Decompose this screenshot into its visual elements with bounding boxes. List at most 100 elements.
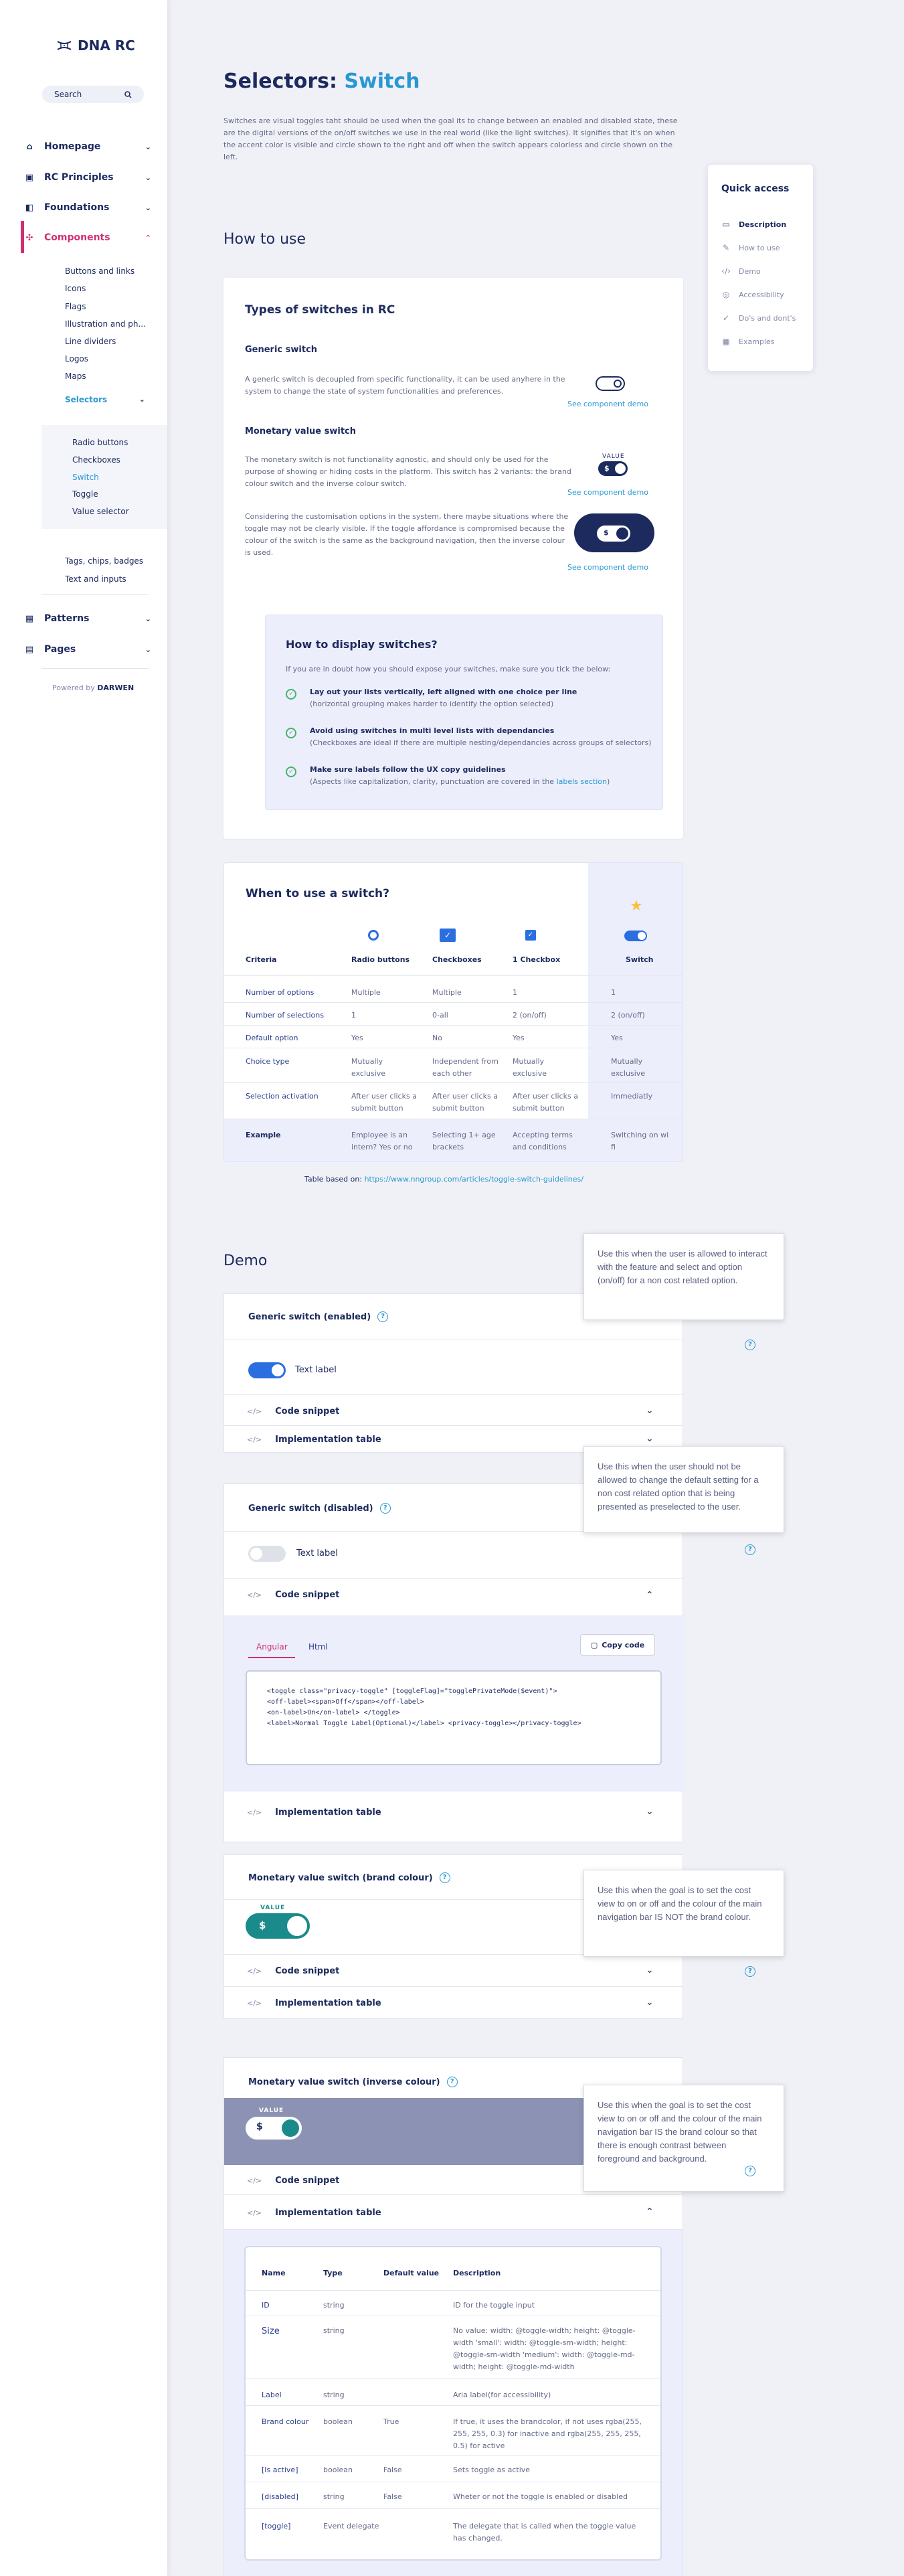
sidebar-item-buttons-links[interactable]: Buttons and links xyxy=(65,266,134,276)
monetary-switch-brand[interactable]: $ xyxy=(246,1913,310,1939)
accordion-label: Implementation table xyxy=(275,1998,381,2008)
nav-label: Patterns xyxy=(44,613,90,624)
source-link[interactable]: https://www.nngroup.com/articles/toggle-… xyxy=(365,1175,583,1184)
sidebar-item-checkboxes[interactable]: Checkboxes xyxy=(72,455,120,465)
code-snippet-toggle[interactable]: </> Code snippet xyxy=(247,1590,339,1600)
sidebar-item-tags[interactable]: Tags, chips, badges xyxy=(65,556,143,566)
nav-homepage[interactable]: ⌂ Homepage ⌄ xyxy=(24,139,151,155)
info-icon[interactable]: ? xyxy=(745,1340,755,1350)
help-icon[interactable]: ? xyxy=(446,2077,458,2087)
impl-row-name: ID xyxy=(262,2301,270,2310)
check-icon: ✓ xyxy=(286,728,296,738)
book-icon: ▣ xyxy=(25,172,34,183)
code-snippet-toggle[interactable]: </> Code snippet xyxy=(247,2176,339,2186)
sidebar-item-illustration[interactable]: Illustration and ph... xyxy=(65,319,146,329)
tab-angular[interactable]: Angular xyxy=(256,1642,288,1652)
star-icon: ★ xyxy=(630,898,643,914)
col-switch: Switch xyxy=(626,955,654,964)
labels-section-link[interactable]: labels section xyxy=(557,777,607,786)
monetary-switch-inverse[interactable]: $ xyxy=(246,2117,302,2140)
impl-table-toggle[interactable]: </> Implementation table xyxy=(247,2208,381,2218)
col-type: Type xyxy=(323,2269,343,2277)
table-cell: No xyxy=(432,1034,442,1042)
chevron-down-icon[interactable]: ⌄ xyxy=(646,1405,654,1416)
code-snippet-toggle[interactable]: </> Code snippet xyxy=(247,1966,339,1976)
info-icon[interactable]: ? xyxy=(745,1966,755,1977)
nav-label: RC Principles xyxy=(44,172,114,183)
info-icon[interactable]: ? xyxy=(745,2166,755,2176)
code-icon: </> xyxy=(247,2176,262,2185)
tab-html[interactable]: Html xyxy=(308,1642,328,1652)
impl-cell: Wheter or not the toggle is enabled or d… xyxy=(453,2492,628,2501)
check-icon: ✓ xyxy=(286,689,296,700)
brand-logo[interactable]: DNA RC xyxy=(56,37,135,54)
sidebar-item-icons[interactable]: Icons xyxy=(65,284,86,293)
accordion-label: Code snippet xyxy=(275,2176,340,2186)
page-intro: Switches are visual toggles taht should … xyxy=(223,116,678,161)
nav-foundations[interactable]: ◧ Foundations ⌄ xyxy=(24,199,151,216)
demo-title-text: Monetary value switch (inverse colour) xyxy=(248,2077,440,2087)
chevron-down-icon[interactable]: ⌄ xyxy=(646,1433,654,1444)
divider xyxy=(246,2508,660,2509)
demo-title: Monetary value switch (brand colour)? xyxy=(248,1872,450,1883)
table-cell: 1 xyxy=(513,988,517,997)
sidebar-item-line-dividers[interactable]: Line dividers xyxy=(65,337,116,346)
sidebar-item-toggle[interactable]: Toggle xyxy=(72,489,98,499)
code-block[interactable]: <toggle class="privacy-toggle" [toggleFl… xyxy=(246,1670,662,1765)
sidebar-item-flags[interactable]: Flags xyxy=(65,302,86,311)
see-demo-link[interactable]: See component demo xyxy=(567,563,648,572)
help-icon[interactable]: ? xyxy=(379,1503,391,1514)
nav-rc-principles[interactable]: ▣ RC Principles ⌄ xyxy=(24,169,151,185)
help-icon[interactable]: ? xyxy=(439,1872,450,1883)
title-accent: Switch xyxy=(344,70,420,93)
quick-link-dos-donts[interactable]: ✓ Do's and dont's xyxy=(721,313,796,323)
impl-cell: ID for the toggle input xyxy=(453,2301,535,2310)
impl-row-name: Size xyxy=(262,2326,280,2336)
code-icon: </> xyxy=(247,1591,262,1599)
quick-link-accessibility[interactable]: ◎ Accessibility xyxy=(721,290,784,299)
sidebar-item-value-selector[interactable]: Value selector xyxy=(72,507,129,516)
pages-icon: ▤ xyxy=(25,644,34,655)
info-icon[interactable]: ? xyxy=(745,1544,755,1555)
sidebar-item-logos[interactable]: Logos xyxy=(65,354,88,364)
nav-patterns[interactable]: ▦ Patterns ⌄ xyxy=(24,611,151,627)
chevron-up-icon[interactable]: ⌃ xyxy=(646,2206,654,2217)
chevron-down-icon[interactable]: ⌄ xyxy=(646,1806,654,1817)
nav-components[interactable]: ✣ Components ⌃ xyxy=(24,230,151,246)
impl-cell: boolean xyxy=(323,2466,353,2474)
sidebar-item-text-inputs[interactable]: Text and inputs xyxy=(65,574,126,584)
impl-table-toggle[interactable]: </> Implementation table xyxy=(247,1998,381,2008)
switch-enabled[interactable] xyxy=(248,1362,286,1378)
impl-table-toggle[interactable]: </> Implementation table xyxy=(247,1807,381,1818)
sidebar-item-radio-buttons[interactable]: Radio buttons xyxy=(72,438,128,447)
code-line: <toggle class="privacy-toggle" [toggleFl… xyxy=(267,1688,557,1695)
quick-link-demo[interactable]: ‹/› Demo xyxy=(721,266,761,276)
quick-link-examples[interactable]: ▦ Examples xyxy=(721,337,774,346)
row-label: Number of selections xyxy=(246,1011,324,1020)
monetary-inverse-preview: $ xyxy=(574,513,654,552)
search-input[interactable]: Search xyxy=(42,86,144,103)
sidebar-item-maps[interactable]: Maps xyxy=(65,372,86,381)
impl-row-name: [toggle] xyxy=(262,2522,291,2530)
see-demo-link[interactable]: See component demo xyxy=(567,400,648,408)
quick-link-label: Do's and dont's xyxy=(739,313,796,323)
chevron-down-icon[interactable]: ⌄ xyxy=(646,1965,654,1976)
help-icon[interactable]: ? xyxy=(377,1311,389,1322)
nav-pages[interactable]: ▤ Pages ⌄ xyxy=(24,641,151,657)
sidebar-item-selectors[interactable]: Selectors ⌄ xyxy=(65,395,145,404)
sidebar-item-switch[interactable]: Switch xyxy=(72,473,99,482)
dna-logo-icon xyxy=(57,41,72,50)
demo-generic-disabled: Generic switch (disabled)? Text label </… xyxy=(223,1483,684,1842)
quick-link-how-to-use[interactable]: ✎ How to use xyxy=(721,243,780,252)
impl-row-name: Label xyxy=(262,2391,282,2399)
copy-code-button[interactable]: ▢ Copy code xyxy=(580,1634,655,1656)
chevron-down-icon[interactable]: ⌄ xyxy=(646,1997,654,2008)
see-demo-link[interactable]: See component demo xyxy=(567,488,648,497)
dollar-sign: $ xyxy=(604,528,609,537)
row-divider xyxy=(224,1025,683,1026)
chevron-down-icon: ⌄ xyxy=(145,203,151,212)
quick-link-description[interactable]: ▭ Description xyxy=(721,220,786,229)
impl-table-toggle[interactable]: </> Implementation table xyxy=(247,1435,381,1445)
code-snippet-toggle[interactable]: </> Code snippet xyxy=(247,1406,339,1417)
chevron-up-icon[interactable]: ⌃ xyxy=(646,1590,654,1601)
